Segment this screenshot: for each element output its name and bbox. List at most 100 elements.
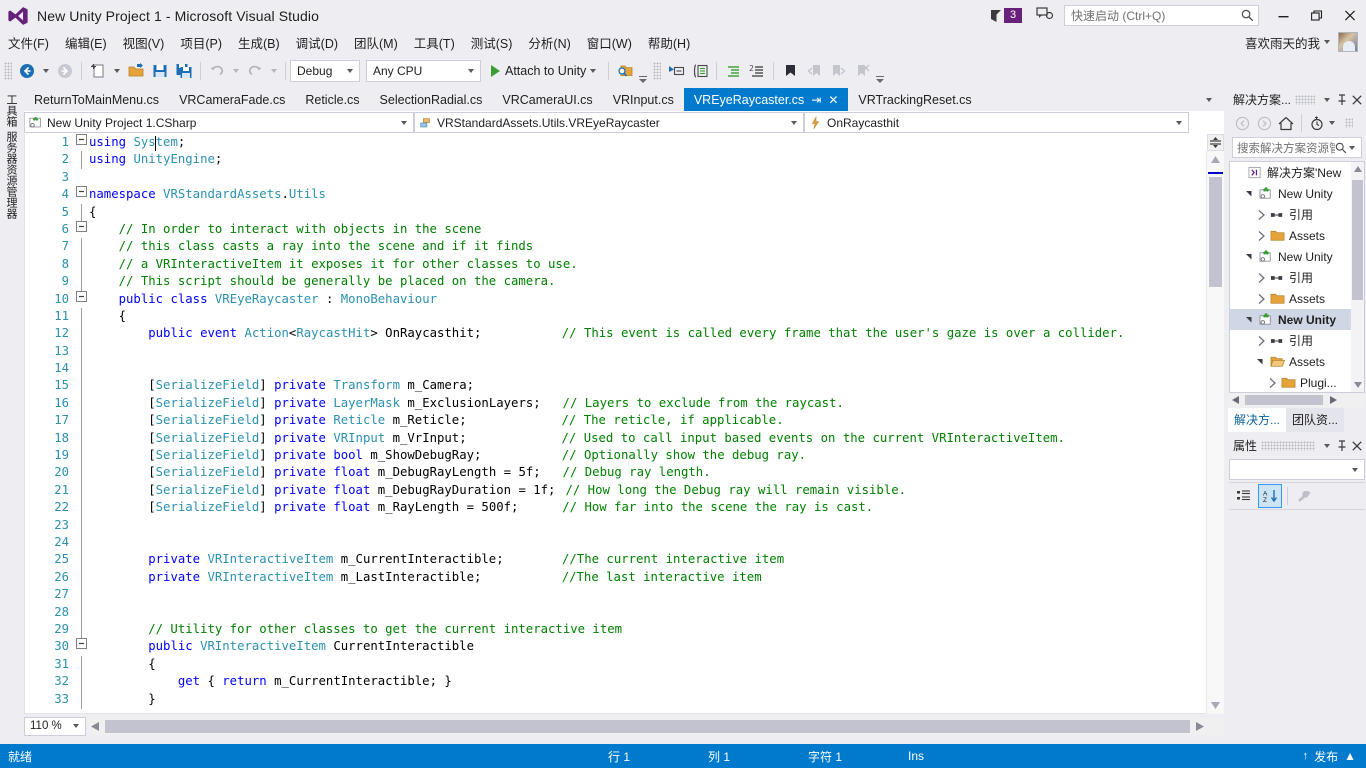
tree-item[interactable]: Assets (1230, 288, 1364, 309)
code-line[interactable]: 9 // This script should be generally be … (25, 273, 1205, 292)
solution-configuration-combo[interactable]: Debug (290, 59, 360, 82)
tree-item[interactable]: New Unity (1230, 183, 1364, 204)
expand-chevron-down-icon[interactable] (1243, 315, 1257, 324)
se-toolbar-overflow[interactable] (1345, 118, 1353, 128)
code-line[interactable]: 21 [SerializeField] private float m_Debu… (25, 481, 1205, 500)
collapse-region-icon[interactable] (73, 220, 89, 238)
tree-item[interactable]: 引用 (1230, 330, 1364, 351)
tree-item[interactable]: Assets (1230, 351, 1364, 372)
vertical-tab-toolbox[interactable]: 工具箱 (3, 92, 19, 129)
comment-selection-button[interactable] (721, 59, 745, 83)
properties-drag-dots[interactable] (1261, 440, 1315, 451)
minimize-button[interactable] (1267, 0, 1300, 31)
se-pending-chevron-down-icon[interactable] (1329, 121, 1335, 125)
solution-explorer-menu-button[interactable] (1319, 91, 1334, 109)
expand-chevron-down-icon[interactable] (1243, 189, 1257, 198)
tree-item[interactable]: 引用 (1230, 204, 1364, 225)
navigate-to-button[interactable] (664, 59, 688, 83)
restore-button[interactable] (1300, 0, 1333, 31)
properties-close-button[interactable] (1349, 437, 1364, 455)
editor-splitter-handle[interactable] (1207, 134, 1224, 151)
navigate-backward-button[interactable] (15, 59, 39, 83)
attach-to-unity-button[interactable]: Attach to Unity (487, 59, 604, 83)
code-line[interactable]: 30 public VRInteractiveItem CurrentInter… (25, 638, 1205, 655)
collapse-region-icon[interactable] (73, 134, 89, 151)
se-forward-button[interactable] (1254, 113, 1274, 133)
next-bookmark-button[interactable] (826, 59, 850, 83)
previous-bookmark-button[interactable] (802, 59, 826, 83)
code-line[interactable]: 29 // Utility for other classes to get t… (25, 620, 1205, 639)
se-scroll-left-arrow-icon[interactable] (1232, 396, 1240, 404)
code-line[interactable]: 16 [SerializeField] private LayerMask m_… (25, 394, 1205, 413)
project-combo[interactable]: New Unity Project 1.CSharp (24, 112, 414, 133)
code-line[interactable]: 13 (25, 342, 1205, 361)
code-line[interactable]: 23 (25, 516, 1205, 535)
type-combo[interactable]: VRStandardAssets.Utils.VREyeRaycaster (414, 112, 804, 133)
feedback-icon[interactable] (1036, 7, 1054, 24)
navigate-backward-dropdown-icon[interactable] (43, 68, 49, 73)
code-line[interactable]: 7 // this class casts a ray into the sce… (25, 238, 1205, 257)
expand-chevron-right-icon[interactable] (1254, 230, 1268, 241)
expand-chevron-right-icon[interactable] (1265, 377, 1279, 388)
document-tabs-overflow-button[interactable] (1194, 88, 1224, 111)
code-line[interactable]: 10 public class VREyeRaycaster : MonoBeh… (25, 290, 1205, 308)
find-overflow-icon[interactable] (637, 59, 649, 83)
account-chevron-down-icon[interactable] (1324, 40, 1330, 44)
avatar[interactable] (1338, 32, 1358, 52)
se-back-button[interactable] (1232, 113, 1252, 133)
properties-object-combo[interactable] (1229, 459, 1365, 480)
se-scroll-right-arrow-icon[interactable] (1329, 396, 1337, 404)
collapse-region-icon[interactable] (73, 290, 89, 308)
open-file-button[interactable] (124, 59, 148, 83)
scroll-down-arrow-icon[interactable] (1207, 697, 1224, 714)
code-line[interactable]: 33 } (25, 690, 1205, 709)
close-tab-icon[interactable]: ✕ (828, 94, 838, 106)
tab-reticle[interactable]: Reticle.cs (295, 88, 370, 111)
expand-chevron-right-icon[interactable] (1254, 272, 1268, 283)
code-line[interactable]: 18 [SerializeField] private VRInput m_Vr… (25, 429, 1205, 448)
solution-platform-combo[interactable]: Any CPU (366, 59, 481, 82)
undo-button[interactable] (205, 59, 229, 83)
code-line[interactable]: 6 // In order to interact with objects i… (25, 220, 1205, 238)
se-horizontal-scrollbar[interactable] (1229, 393, 1365, 407)
editor-scrollbar-thumb[interactable] (1209, 177, 1222, 287)
toolbar-overflow-icon[interactable] (874, 59, 886, 83)
menu-test[interactable]: 测试(S) (463, 31, 521, 54)
property-pages-button[interactable] (1293, 485, 1315, 507)
navigate-forward-button[interactable] (53, 59, 77, 83)
expand-chevron-down-icon[interactable] (1243, 252, 1257, 261)
editor-vertical-scrollbar[interactable] (1206, 151, 1224, 714)
se-home-button[interactable] (1276, 113, 1296, 133)
uncomment-selection-button[interactable]: 2 (745, 59, 769, 83)
pin-tab-icon[interactable]: ⇥ (811, 94, 821, 106)
redo-dropdown-icon[interactable] (271, 68, 277, 73)
code-line[interactable]: 8 // a VRInteractiveItem it exposes it f… (25, 255, 1205, 274)
categorized-view-button[interactable] (1233, 485, 1255, 507)
code-line[interactable]: 25 private VRInteractiveItem m_CurrentIn… (25, 551, 1205, 570)
expand-chevron-right-icon[interactable] (1254, 335, 1268, 346)
new-project-dropdown-icon[interactable] (114, 68, 120, 73)
new-project-button[interactable] (86, 59, 110, 83)
editor-horizontal-scrollbar[interactable] (88, 717, 1224, 735)
menu-file[interactable]: 文件(F) (0, 31, 57, 54)
code-line[interactable]: 4 namespace VRStandardAssets.Utils (25, 186, 1205, 203)
se-pending-changes-button[interactable] (1307, 113, 1327, 133)
code-line[interactable]: 14 (25, 360, 1205, 379)
code-line[interactable]: 22 [SerializeField] private float m_RayL… (25, 499, 1205, 518)
undo-dropdown-icon[interactable] (233, 68, 239, 73)
tree-item[interactable]: New Unity (1230, 246, 1364, 267)
save-button[interactable] (148, 59, 172, 83)
se-scroll-up-arrow-icon[interactable] (1351, 162, 1364, 176)
zoom-level-combo[interactable]: 110 % (24, 716, 86, 736)
menu-help[interactable]: 帮助(H) (640, 31, 698, 54)
se-search-chevron-down-icon[interactable] (1349, 145, 1355, 150)
tab-vrcamerafade[interactable]: VRCameraFade.cs (169, 88, 296, 111)
menu-window[interactable]: 窗口(W) (579, 31, 640, 54)
tab-vrinput[interactable]: VRInput.cs (602, 88, 684, 111)
menu-view[interactable]: 视图(V) (115, 31, 173, 54)
tab-vreyeraycaster[interactable]: VREyeRaycaster.cs ⇥ ✕ (683, 88, 849, 111)
code-line[interactable]: 24 (25, 533, 1205, 552)
code-line[interactable]: 32 get { return m_CurrentInteractible; } (25, 673, 1205, 692)
toolbar-grip-2[interactable] (653, 61, 662, 80)
horizontal-scrollbar-thumb[interactable] (105, 719, 1190, 733)
